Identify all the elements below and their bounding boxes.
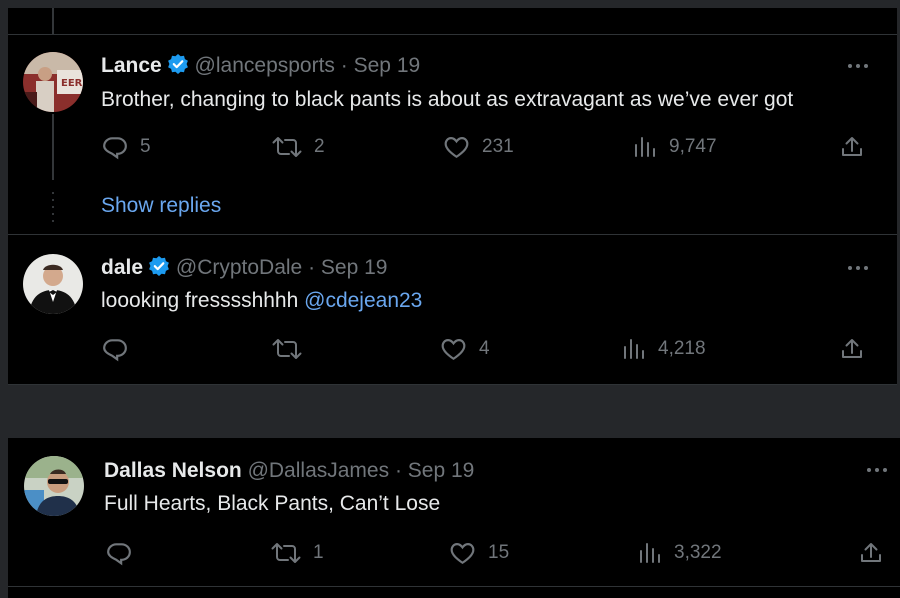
- like-count: 4: [479, 338, 490, 359]
- retweet-button[interactable]: 2: [272, 134, 325, 160]
- share-icon: [840, 134, 864, 160]
- like-count: 15: [488, 542, 510, 563]
- mention-link[interactable]: @cdejean23: [304, 289, 422, 312]
- tweet-header: Lance @lancepsports · Sep 19: [101, 53, 420, 82]
- views-count: 9,747: [669, 136, 717, 157]
- tweet-text-content: loooking fresssshhhh: [101, 289, 305, 312]
- views-count: 3,322: [674, 542, 722, 563]
- thread-line: [52, 114, 54, 180]
- share-button[interactable]: [859, 540, 883, 566]
- like-count: 231: [482, 136, 514, 157]
- like-button[interactable]: 15: [449, 540, 509, 566]
- user-handle[interactable]: @DallasJames: [248, 459, 390, 482]
- share-button[interactable]: [840, 336, 864, 362]
- reply-icon: [102, 336, 128, 362]
- separator: ·: [340, 54, 348, 77]
- heart-icon: [443, 134, 470, 160]
- views-chart-icon: [638, 540, 662, 566]
- user-handle[interactable]: @CryptoDale: [176, 256, 302, 279]
- display-name[interactable]: Lance: [101, 54, 162, 77]
- svg-text:EER: EER: [61, 78, 83, 89]
- avatar[interactable]: [23, 254, 83, 314]
- more-dots-icon[interactable]: [865, 462, 889, 483]
- views-button[interactable]: 4,218: [622, 336, 706, 362]
- views-chart-icon: [622, 336, 646, 362]
- tweet-header: dale @CryptoDale · Sep 19: [101, 255, 387, 284]
- share-icon: [859, 540, 883, 566]
- avatar[interactable]: [24, 456, 84, 516]
- more-dots-icon[interactable]: [846, 58, 870, 79]
- avatar[interactable]: EER: [23, 52, 83, 112]
- reply-button[interactable]: [106, 540, 132, 566]
- views-chart-icon: [633, 134, 657, 160]
- divider: [8, 586, 900, 587]
- retweet-icon: [272, 336, 302, 362]
- user-handle[interactable]: @lancepsports: [195, 54, 335, 77]
- reply-button[interactable]: [102, 336, 128, 362]
- tweet-text: Full Hearts, Black Pants, Can’t Lose: [104, 491, 440, 517]
- thread-dots: [52, 192, 54, 222]
- heart-icon: [440, 336, 467, 362]
- retweet-icon: [271, 540, 301, 566]
- tweet-header: Dallas Nelson @DallasJames · Sep 19: [104, 458, 474, 484]
- views-button[interactable]: 3,322: [638, 540, 722, 566]
- retweet-icon: [272, 134, 302, 160]
- divider: [8, 234, 897, 235]
- reply-icon: [102, 134, 128, 160]
- like-button[interactable]: 4: [440, 336, 490, 362]
- display-name[interactable]: Dallas Nelson: [104, 459, 242, 482]
- verified-badge-icon: [167, 53, 189, 82]
- tweet-date[interactable]: Sep 19: [354, 54, 421, 77]
- tweet-text: Brother, changing to black pants is abou…: [101, 87, 793, 113]
- reply-count: 5: [140, 136, 151, 157]
- tweet-text-content: Brother, changing to black pants is abou…: [101, 88, 794, 111]
- like-button[interactable]: 231: [443, 134, 514, 160]
- display-name[interactable]: dale: [101, 256, 143, 279]
- thread-line-top: [52, 8, 54, 34]
- retweet-count: 1: [313, 542, 324, 563]
- more-dots-icon[interactable]: [846, 260, 870, 281]
- retweet-button[interactable]: 1: [271, 540, 324, 566]
- separator: ·: [308, 256, 316, 279]
- show-replies-link[interactable]: Show replies: [101, 194, 221, 218]
- verified-badge-icon: [148, 255, 170, 284]
- share-icon: [840, 336, 864, 362]
- share-button[interactable]: [840, 134, 864, 160]
- tweet-date[interactable]: Sep 19: [321, 256, 388, 279]
- separator: ·: [394, 459, 402, 482]
- views-count: 4,218: [658, 338, 706, 359]
- tweet-date[interactable]: Sep 19: [408, 459, 475, 482]
- retweet-count: 2: [314, 136, 325, 157]
- tweet-text: loooking fresssshhhh @cdejean23: [101, 288, 422, 314]
- heart-icon: [449, 540, 476, 566]
- tweet-text-content: Full Hearts, Black Pants, Can’t Lose: [104, 492, 441, 515]
- reply-button[interactable]: 5: [102, 134, 151, 160]
- views-button[interactable]: 9,747: [633, 134, 717, 160]
- retweet-button[interactable]: [272, 336, 302, 362]
- reply-icon: [106, 540, 132, 566]
- divider: [8, 34, 897, 35]
